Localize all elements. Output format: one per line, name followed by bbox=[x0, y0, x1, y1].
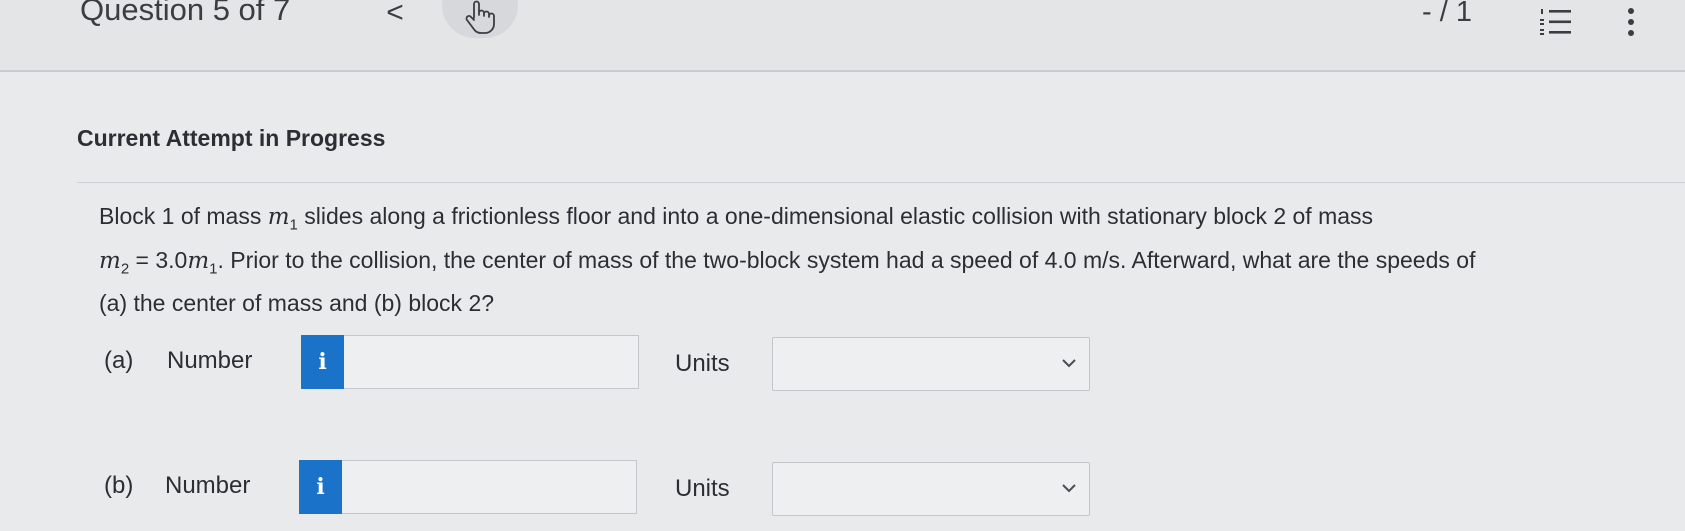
part-a-number-input[interactable] bbox=[344, 335, 639, 389]
part-a-units-label: Units bbox=[675, 350, 730, 377]
top-bar: Question 5 of 7 < - / 1 bbox=[0, 0, 1685, 72]
question-text-segment: Block 1 of mass bbox=[99, 203, 268, 229]
part-a-number-label: Number bbox=[167, 347, 253, 374]
info-icon[interactable]: i bbox=[301, 335, 344, 389]
subscript: 2 bbox=[120, 260, 130, 278]
part-a-units-select[interactable] bbox=[772, 337, 1090, 391]
score-display: - / 1 bbox=[1422, 0, 1472, 28]
numbered-list-icon[interactable] bbox=[1538, 6, 1574, 38]
subscript: 1 bbox=[289, 216, 298, 234]
question-text-segment: . Prior to the collision, the center of … bbox=[217, 246, 1476, 273]
divider bbox=[77, 182, 1685, 183]
part-b-units-select[interactable] bbox=[772, 462, 1090, 516]
previous-question-button[interactable]: < bbox=[382, 0, 408, 28]
question-text-segment: (a) the center of mass and (b) block 2? bbox=[99, 290, 495, 317]
chevron-down-icon bbox=[1062, 359, 1076, 368]
mass-symbol: m bbox=[99, 247, 121, 274]
question-text: Block 1 of mass m1 slides along a fricti… bbox=[99, 199, 1669, 320]
subscript: 1 bbox=[209, 260, 218, 278]
hand-pointer-icon bbox=[465, 0, 495, 34]
part-b-units-label: Units bbox=[675, 475, 730, 502]
mass-symbol: m bbox=[267, 204, 290, 230]
question-text-segment: = 3.0 bbox=[129, 246, 188, 273]
question-text-segment: slides along a frictionless floor and in… bbox=[297, 203, 1374, 229]
part-a-label: (a) bbox=[104, 347, 134, 374]
info-icon[interactable]: i bbox=[299, 460, 342, 514]
hand-pointer-button[interactable] bbox=[442, 0, 518, 38]
chevron-down-icon bbox=[1062, 484, 1076, 493]
question-counter: Question 5 of 7 bbox=[80, 0, 291, 27]
part-b-number-input[interactable] bbox=[342, 460, 637, 514]
attempt-heading: Current Attempt in Progress bbox=[77, 125, 386, 151]
mass-symbol: m bbox=[187, 247, 210, 274]
part-b-number-label: Number bbox=[165, 472, 251, 499]
kebab-menu-icon[interactable] bbox=[1625, 6, 1637, 38]
part-b-label: (b) bbox=[104, 472, 134, 499]
